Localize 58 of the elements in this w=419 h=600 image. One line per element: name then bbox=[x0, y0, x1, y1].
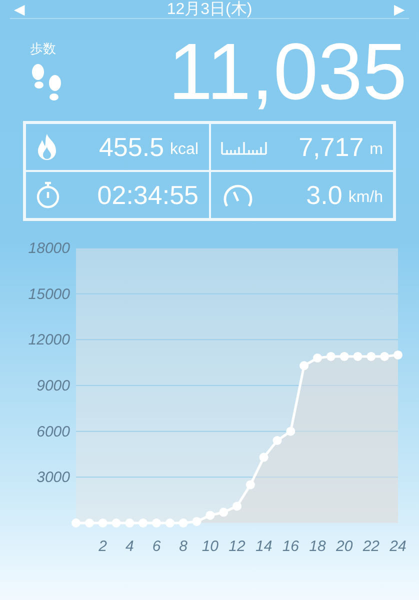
ruler-icon bbox=[220, 139, 266, 155]
data-point bbox=[192, 516, 202, 526]
data-point bbox=[366, 352, 376, 361]
x-tick-label: 22 bbox=[362, 538, 380, 555]
data-point bbox=[84, 518, 94, 528]
data-point bbox=[72, 518, 80, 528]
data-point bbox=[178, 518, 188, 528]
x-tick-label: 6 bbox=[152, 538, 161, 555]
data-point bbox=[232, 502, 242, 511]
data-point bbox=[112, 518, 121, 528]
x-tick-label: 14 bbox=[256, 538, 272, 555]
flame-icon bbox=[36, 133, 58, 161]
next-day-button[interactable]: ▶ bbox=[394, 1, 405, 17]
stopwatch-icon bbox=[36, 181, 60, 209]
x-tick-label: 20 bbox=[336, 538, 353, 555]
data-point bbox=[138, 518, 148, 528]
x-tick-label: 8 bbox=[179, 538, 188, 555]
data-point bbox=[313, 354, 322, 362]
y-tick-label: 6000 bbox=[36, 423, 70, 440]
data-point bbox=[219, 508, 228, 517]
data-point bbox=[300, 361, 309, 370]
y-tick-label: 15000 bbox=[28, 286, 70, 303]
x-tick-label: 24 bbox=[390, 538, 406, 555]
steps-label: 歩数 bbox=[30, 40, 56, 58]
stat-unit: kcal bbox=[170, 141, 198, 159]
step-count: 11,035 bbox=[168, 32, 407, 112]
x-tick-label: 16 bbox=[282, 538, 299, 555]
data-point bbox=[340, 352, 349, 361]
data-point bbox=[326, 352, 336, 361]
data-point bbox=[165, 518, 174, 528]
data-point bbox=[272, 436, 282, 445]
data-point bbox=[98, 518, 108, 528]
stat-value: 3.0 bbox=[306, 180, 342, 210]
x-tick-label: 4 bbox=[126, 538, 134, 555]
data-point bbox=[259, 452, 268, 462]
date-title: 12月3日(木) bbox=[166, 0, 252, 18]
x-tick-label: 18 bbox=[309, 538, 326, 555]
y-tick-label: 18000 bbox=[28, 240, 70, 257]
y-tick-label: 12000 bbox=[28, 332, 70, 349]
data-point bbox=[380, 352, 390, 361]
data-point bbox=[286, 426, 296, 436]
data-point bbox=[152, 518, 161, 528]
data-point bbox=[206, 510, 215, 520]
x-tick-label: 2 bbox=[98, 538, 107, 555]
x-tick-label: 12 bbox=[228, 538, 246, 555]
stat-value: 02:34:55 bbox=[97, 180, 198, 210]
stat-value: 7,717 bbox=[298, 132, 364, 162]
data-point bbox=[246, 480, 255, 490]
data-point bbox=[353, 352, 362, 361]
y-tick-label: 3000 bbox=[36, 469, 70, 486]
stat-unit: m bbox=[370, 141, 383, 159]
stat-value: 455.5 bbox=[98, 132, 164, 162]
data-point bbox=[125, 518, 134, 528]
x-tick-label: 10 bbox=[202, 538, 218, 555]
y-tick-label: 9000 bbox=[36, 378, 70, 394]
previous-day-button[interactable]: ◀ bbox=[14, 1, 25, 17]
stat-unit: km/h bbox=[348, 189, 383, 207]
data-point bbox=[394, 350, 402, 360]
